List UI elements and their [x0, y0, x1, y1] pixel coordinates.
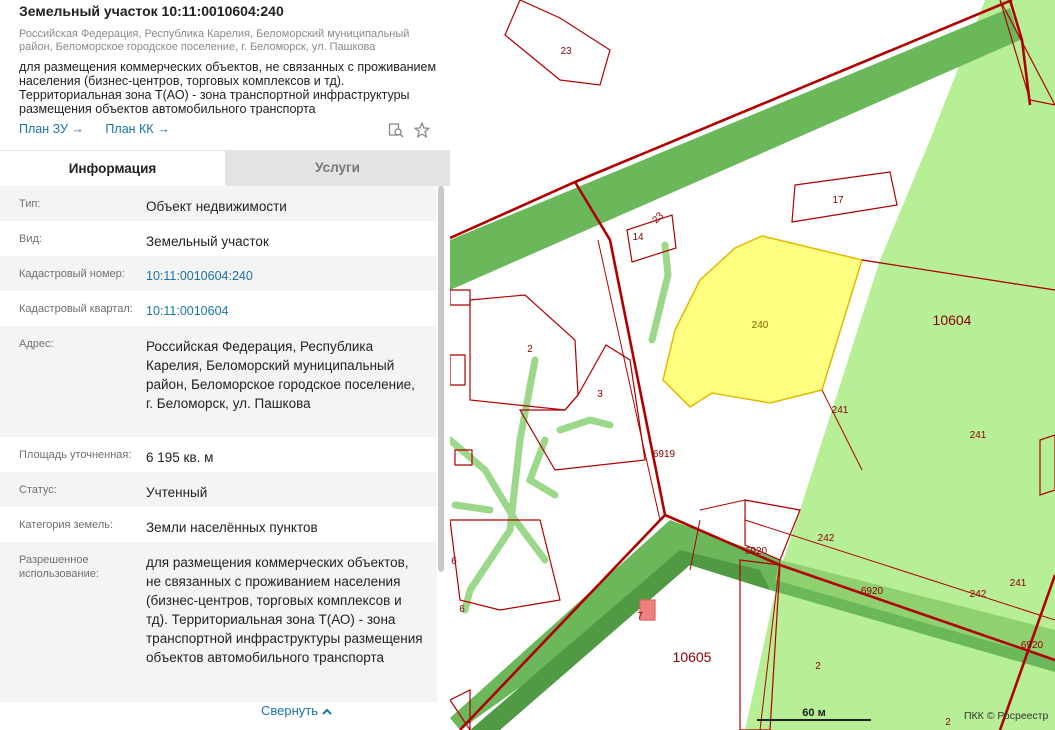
row-value: Земли населённых пунктов: [146, 520, 318, 535]
row-value: Объект недвижимости: [146, 199, 287, 214]
info-table: Тип: Объект недвижимости Вид: Земельный …: [0, 186, 437, 702]
row-status: Статус: Учтенный: [0, 472, 437, 507]
row-label: Площадь уточненная:: [19, 449, 132, 461]
map-credit: ПКК © Росреестр: [964, 710, 1049, 722]
cad-block-link[interactable]: 10:11:0010604: [146, 302, 437, 318]
scale-label: 60 м: [802, 707, 826, 719]
row-type: Тип: Объект недвижимости: [0, 186, 437, 221]
row-label: Категория земель:: [19, 519, 114, 531]
row-label: Тип:: [19, 198, 41, 210]
parcel-label: 23: [560, 46, 572, 57]
star-icon[interactable]: [414, 122, 430, 138]
parcel-label: 2: [527, 344, 533, 355]
row-value: для размещения коммерческих объектов, не…: [146, 555, 423, 665]
row-value: Учтенный: [146, 485, 208, 500]
header-icons: [388, 122, 430, 138]
plan-zu-link[interactable]: План ЗУ →: [19, 122, 84, 136]
plan-links: План ЗУ → План КК →: [19, 122, 188, 136]
row-permitted-use: Разрешенное использование: для размещени…: [0, 542, 437, 702]
parcel-label: 6919: [653, 449, 676, 460]
parcel-title: Земельный участок 10:11:0010604:240: [19, 3, 284, 19]
parcel-label: 6920: [861, 586, 884, 597]
cad-number-link[interactable]: 10:11:0010604:240: [146, 267, 437, 283]
parcel-label: 7: [637, 611, 643, 622]
parcel-label: 2: [945, 717, 951, 728]
row-label: Адрес:: [19, 338, 54, 350]
parcel-label: 6920: [745, 546, 768, 557]
plan-kk-link[interactable]: План КК →: [105, 122, 169, 136]
parcel-label: 2: [815, 661, 821, 672]
parcel-label-240: 240: [752, 320, 769, 331]
row-cad-number: Кадастровый номер: 10:11:0010604:240: [0, 256, 437, 291]
row-cad-block: Кадастровый квартал: 10:11:0010604: [0, 291, 437, 326]
parcel-label: 241: [970, 430, 987, 441]
scrollbar[interactable]: [438, 186, 444, 572]
collapse-label: Свернуть: [261, 703, 319, 718]
quarter-label-10604: 10604: [933, 312, 972, 328]
row-label: Разрешенное использование:: [19, 554, 99, 580]
tabs: Информация Услуги: [0, 150, 450, 186]
scale-bar: 60 м: [757, 707, 871, 721]
parcel-label: 3: [597, 389, 603, 400]
quarter-label-10605: 10605: [673, 649, 712, 665]
row-address: Адрес: Российская Федерация, Республика …: [0, 326, 437, 437]
parcel-label: 242: [818, 533, 835, 544]
parcel-label: 17: [832, 195, 844, 206]
info-panel: Земельный участок 10:11:0010604:240 Росс…: [0, 0, 451, 730]
parcel-label: 241: [832, 405, 849, 416]
search-document-icon[interactable]: [388, 122, 404, 138]
row-label: Кадастровый квартал:: [19, 303, 133, 315]
parcel-label: 14: [632, 232, 644, 243]
panel-header: Земельный участок 10:11:0010604:240 Росс…: [0, 0, 450, 146]
scale-line: [757, 719, 871, 721]
parcel-label: 6: [459, 604, 465, 615]
tab-services[interactable]: Услуги: [225, 150, 450, 186]
row-kind: Вид: Земельный участок: [0, 221, 437, 256]
row-label: Кадастровый номер:: [19, 268, 125, 280]
tab-information[interactable]: Информация: [0, 150, 225, 186]
parcel-label: 6: [451, 556, 457, 567]
cadastral-map[interactable]: 23 17 14 23 240 2 3 241 241 241 6919 242…: [450, 0, 1055, 730]
row-category: Категория земель: Земли населённых пункт…: [0, 507, 437, 542]
row-value: 6 195 кв. м: [146, 450, 214, 465]
parcel-label: 6920: [1021, 640, 1044, 651]
collapse-button[interactable]: Свернуть: [261, 703, 332, 718]
row-value: Российская Федерация, Республика Карелия…: [146, 339, 415, 411]
chevron-up-icon: [321, 708, 332, 715]
parcel-label: 241: [1010, 578, 1027, 589]
parcel-description: для размещения коммерческих объектов, не…: [19, 60, 437, 116]
parcel-address-short: Российская Федерация, Республика Карелия…: [19, 28, 410, 53]
row-label: Статус:: [19, 484, 57, 496]
row-label: Вид:: [19, 233, 42, 245]
row-value: Земельный участок: [146, 234, 269, 249]
parcel-label: 242: [970, 589, 987, 600]
row-area: Площадь уточненная: 6 195 кв. м: [0, 437, 437, 472]
